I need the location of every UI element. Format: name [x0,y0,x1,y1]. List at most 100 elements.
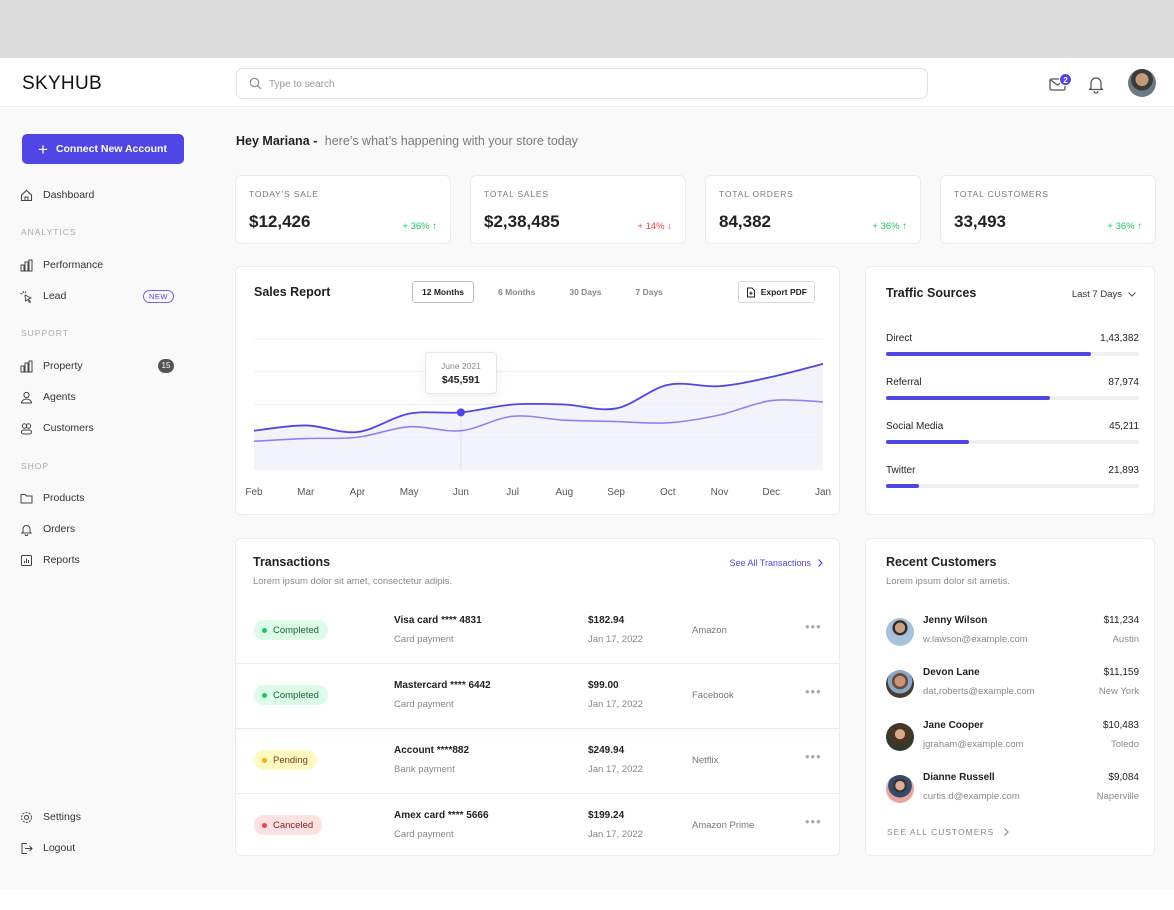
traffic-value: 1,43,382 [1100,333,1139,344]
transaction-row[interactable]: Completed Mastercard **** 6442 Card paym… [236,663,839,728]
transaction-amount: $99.00 [588,680,619,691]
search-icon [249,77,262,90]
range-dropdown[interactable]: Last 7 Days [1072,289,1136,300]
bell-icon [20,523,33,536]
more-options-icon[interactable]: ••• [805,684,822,699]
user-avatar[interactable] [1128,69,1156,97]
customer-row[interactable]: Dianne Russell curtis.d@example.com $9,0… [886,772,1139,812]
transaction-row[interactable]: Completed Visa card **** 4831 Card payme… [236,599,839,664]
customer-amount: $9,084 [1108,772,1139,783]
customer-name: Jane Cooper [923,720,984,731]
user-icon [20,391,33,404]
x-tick-label: Jan [815,487,831,498]
cursor-click-icon [20,290,33,303]
see-all-transactions-link[interactable]: See All Transactions [729,558,823,568]
progress-track [886,440,1139,444]
top-header: SKYHUB 2 [0,58,1174,107]
customer-email: curtis.d@example.com [923,791,1020,802]
report-icon [20,554,33,567]
see-all-customers-link[interactable]: SEE ALL CUSTOMERS [887,827,1010,837]
status-label: Completed [273,624,319,636]
transactions-subtitle: Lorem ipsum dolor sit amet, consectetur … [253,576,453,587]
stat-value: 33,493 [954,212,1006,231]
logo[interactable]: SKYHUB [22,73,102,95]
payment-type: Card payment [394,829,454,840]
x-tick-label: Dec [762,487,780,498]
customer-amount: $11,234 [1103,615,1139,626]
stat-value: 84,382 [719,212,771,231]
sidebar-item-settings[interactable]: Settings [20,807,180,827]
transaction-date: Jan 17, 2022 [588,634,643,645]
x-tick-label: Apr [350,487,366,498]
traffic-name: Referral [886,377,922,388]
sidebar-item-products[interactable]: Products [20,488,180,508]
chevron-right-icon [1004,828,1010,836]
tooltip-label: June 2021 [441,361,481,372]
connect-new-account-button[interactable]: + Connect New Account [22,134,184,164]
sidebar-item-property[interactable]: Property 15 [20,356,180,376]
stat-card-todays-sale: TODAY’S SALE $12,426 + 36% ↑ [235,175,451,244]
customer-row[interactable]: Jane Cooper jgraham@example.com $10,483 … [886,720,1139,760]
chevron-down-icon [1128,292,1136,297]
customer-row[interactable]: Jenny Wilson w.lawson@example.com $11,23… [886,615,1139,655]
customer-row[interactable]: Devon Lane dat.roberts@example.com $11,1… [886,667,1139,707]
merchant: Amazon Prime [692,820,755,831]
payment-method: Amex card **** 5666 [394,810,489,821]
payment-method: Mastercard **** 6442 [394,680,491,691]
sidebar-item-label: Reports [43,554,80,566]
transaction-row[interactable]: Pending Account ****882 Bank payment $24… [236,728,839,793]
progress-track [886,484,1139,488]
stat-change: + 36% ↑ [1107,221,1142,232]
merchant: Facebook [692,690,734,701]
sidebar-item-agents[interactable]: Agents [20,387,180,407]
sidebar-item-reports[interactable]: Reports [20,550,180,570]
search-input[interactable] [269,75,909,93]
transaction-date: Jan 17, 2022 [588,699,643,710]
traffic-name: Social Media [886,421,944,432]
customers-subtitle: Lorem ipsum dolor sit ametis. [886,576,1011,587]
customer-avatar [886,775,914,803]
more-options-icon[interactable]: ••• [805,619,822,634]
bell-icon[interactable] [1086,74,1106,94]
transaction-row[interactable]: Canceled Amex card **** 5666 Card paymen… [236,793,839,855]
sidebar-item-label: Lead [43,290,67,302]
customer-email: jgraham@example.com [923,739,1024,750]
customer-name: Devon Lane [923,667,980,678]
folder-icon [20,492,33,505]
sidebar-item-label: Orders [43,523,76,535]
plus-icon: + [38,139,48,159]
progress-track [886,396,1139,400]
sidebar-item-label: Agents [43,391,76,403]
customer-city: Toledo [1111,739,1139,750]
sidebar-item-label: Performance [43,259,104,271]
customer-city: Naperville [1096,791,1139,802]
stat-label: TOTAL ORDERS [719,189,794,199]
users-icon [20,422,33,435]
sales-report-card: Sales Report 12 Months 6 Months 30 Days … [235,266,840,515]
more-options-icon[interactable]: ••• [805,814,822,829]
sidebar-item-orders[interactable]: Orders [20,519,180,539]
x-tick-label: Feb [245,487,263,498]
stat-value: $12,426 [249,212,311,231]
payment-type: Card payment [394,699,454,710]
more-options-icon[interactable]: ••• [805,749,822,764]
traffic-value: 21,893 [1108,465,1139,476]
section-shop: SHOP [21,461,50,471]
customer-city: Austin [1112,634,1139,645]
search-bar[interactable] [236,68,928,99]
sidebar-item-lead[interactable]: Lead NEW [20,286,180,306]
sidebar-item-dashboard[interactable]: Dashboard [20,185,180,205]
see-all-customers-label: SEE ALL CUSTOMERS [887,827,995,837]
connect-button-label: Connect New Account [55,143,167,155]
customer-email: w.lawson@example.com [923,634,1028,645]
customer-name: Dianne Russell [923,772,995,783]
sidebar-item-performance[interactable]: Performance [20,255,180,275]
merchant: Amazon [692,625,727,636]
traffic-value: 87,974 [1108,377,1139,388]
stat-card-total-sales: TOTAL SALES $2,38,485 + 14% ↓ [470,175,686,244]
x-tick-label: Aug [555,487,573,498]
status-label: Pending [273,754,308,766]
mail-badge: 2 [1059,73,1072,86]
sidebar-item-customers[interactable]: Customers [20,418,180,438]
sidebar-item-logout[interactable]: Logout [20,838,180,858]
